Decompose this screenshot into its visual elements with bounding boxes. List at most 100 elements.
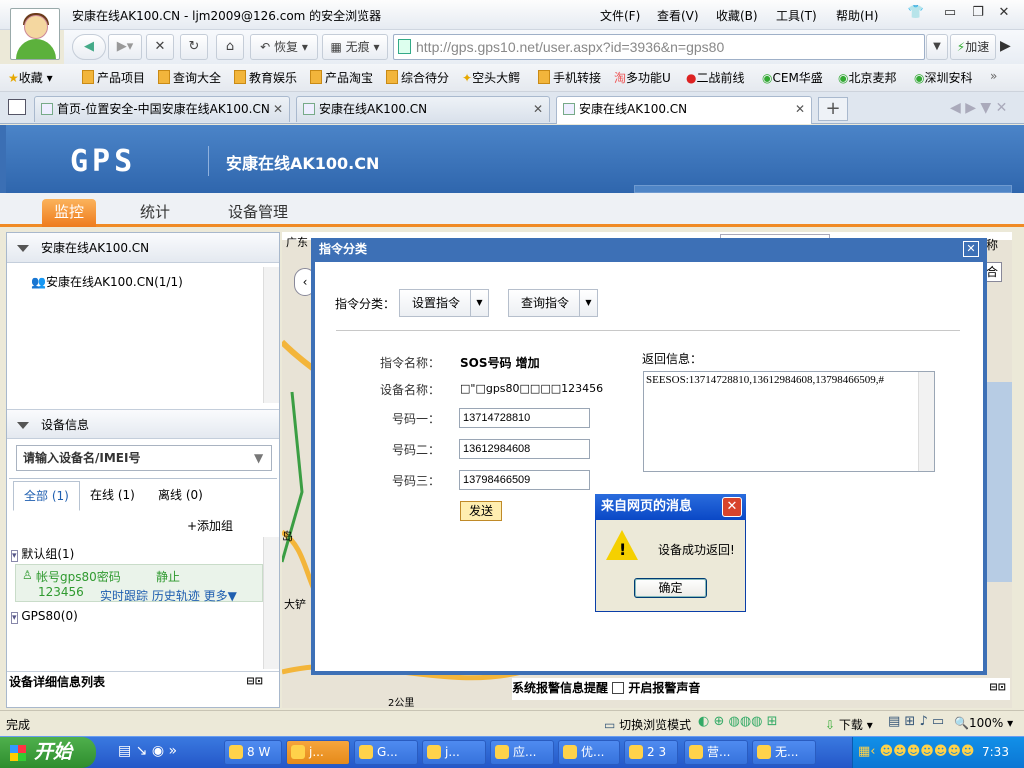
url-text[interactable]: http://gps.gps10.net/user.aspx?id=3936&n… — [416, 39, 724, 55]
refresh-icon[interactable]: ↻ — [180, 34, 208, 60]
message-close-icon[interactable]: ✕ — [722, 497, 742, 517]
tab-ak100[interactable]: 安康在线AK100.CN ✕ — [296, 96, 550, 122]
fav-item[interactable]: ✦空头大鳄 — [462, 69, 520, 86]
fav-item[interactable]: 产品淘宝 — [310, 69, 373, 86]
more-favorites-icon[interactable]: » — [990, 69, 997, 83]
zoom-control[interactable]: 🔍100% ▾ — [954, 716, 1013, 730]
fav-item[interactable]: 查询大全 — [158, 69, 221, 86]
taskbar-item-7[interactable]: 2 3 — [624, 740, 678, 765]
filter-online[interactable]: 在线 (1) — [80, 481, 145, 511]
detail-list-label: 设备详细信息列表 — [9, 675, 106, 689]
send-button[interactable]: 发送 — [460, 501, 502, 521]
device-links[interactable]: 实时跟踪 历史轨迹 更多▼ — [100, 587, 237, 604]
skin-icon[interactable]: 👕 — [906, 4, 926, 22]
tab-home[interactable]: 首页-位置安全-中国安康在线AK100.CN ✕ — [34, 96, 290, 122]
status-tool-icons[interactable]: ◐ ⊕ ◍◍◍ ⊞ — [698, 714, 778, 729]
restore-button[interactable]: ↶ 恢复 ▾ — [250, 34, 318, 60]
fav-item[interactable]: 产品项目 — [82, 69, 145, 86]
fav-item[interactable]: 综合待分 — [386, 69, 449, 86]
taskbar-item-2[interactable]: j... — [286, 740, 350, 765]
taskbar-item-5[interactable]: 应... — [490, 740, 554, 765]
device-search-input[interactable]: 请输入设备名/IMEI号 — [16, 445, 272, 471]
alarm-sound-checkbox[interactable] — [612, 682, 625, 694]
menu-tools[interactable]: 工具(T) — [776, 7, 817, 24]
tab-nav-icons[interactable]: ◀ ▶ ▼ ✕ — [950, 100, 1007, 116]
tray-icons[interactable]: ▦‹ ☻☻☻☻☻☻☻ — [858, 744, 974, 759]
filter-all[interactable]: 全部 (1) — [13, 481, 80, 511]
alarm-minmax-icon[interactable]: ⊟⊡ — [989, 678, 1006, 698]
incognito-button[interactable]: ▦ 无痕 ▾ — [322, 34, 388, 60]
panel-minmax-icon[interactable]: ⊟⊡ — [246, 672, 263, 692]
forward-icon[interactable]: ▶▾ — [108, 34, 142, 60]
start-button[interactable]: 开始 — [0, 737, 96, 768]
fav-item[interactable]: ◉北京麦邦 — [838, 69, 897, 86]
go-arrow-icon[interactable]: ▶ — [1000, 38, 1011, 54]
taskbar-item-6[interactable]: 优... — [558, 740, 620, 765]
status-misc-icons[interactable]: ▤ ⊞ ♪ ▭ — [888, 714, 944, 729]
close-window-icon[interactable]: ✕ — [994, 4, 1014, 22]
device-card[interactable]: ♙ 帐号gps80密码 静止 123456 实时跟踪 历史轨迹 更多▼ — [15, 564, 263, 604]
tree-item[interactable]: 👥安康在线AK100.CN(1/1) — [31, 273, 183, 290]
fav-item[interactable]: ◉深圳安科 — [914, 69, 973, 86]
search-dropdown-icon[interactable]: ▼ — [254, 451, 263, 465]
group-gps80[interactable]: ▾ GPS80(0) — [11, 609, 78, 624]
taskbar-item-3[interactable]: G... — [354, 740, 418, 765]
phone-icon — [538, 70, 550, 84]
nav-statistics[interactable]: 统计 — [128, 199, 182, 227]
page-icon — [303, 103, 315, 115]
number2-input[interactable]: 13612984608 — [459, 439, 590, 459]
speed-button[interactable]: ⚡加速 — [950, 34, 996, 60]
tree-scrollbar[interactable] — [263, 267, 279, 403]
download-label: 下载 — [838, 718, 863, 732]
home-icon[interactable]: ⌂ — [216, 34, 244, 60]
restore-window-icon[interactable]: ❐ — [968, 4, 988, 22]
group-default[interactable]: ▾ 默认组(1) — [11, 545, 74, 562]
device-info-header[interactable]: 设备信息 — [7, 409, 279, 439]
add-group-link[interactable]: +添加组 — [187, 517, 233, 534]
number1-input[interactable]: 13714728810 — [459, 408, 590, 428]
stop-icon[interactable]: ✕ — [146, 34, 174, 60]
url-dropdown-icon[interactable]: ▼ — [926, 34, 948, 60]
close-tab-icon[interactable]: ✕ — [795, 97, 805, 121]
device-detail-list[interactable]: 设备详细信息列表 ⊟⊡ — [7, 671, 279, 691]
favorites-menu[interactable]: ★收藏 ▾ — [8, 69, 53, 86]
tab-ak100-active[interactable]: 安康在线AK100.CN ✕ — [556, 96, 812, 124]
menu-favorites[interactable]: 收藏(B) — [716, 7, 758, 24]
device-scrollbar[interactable] — [263, 537, 279, 669]
number3-input[interactable]: 13798466509 — [459, 470, 590, 490]
download-button[interactable]: ⇩ 下载 ▾ — [825, 716, 873, 733]
close-tab-icon[interactable]: ✕ — [273, 97, 283, 121]
set-command-select[interactable]: 设置指令 ▼ — [399, 289, 489, 317]
menu-view[interactable]: 查看(V) — [657, 7, 699, 24]
back-icon[interactable]: ◀ — [72, 34, 106, 60]
dialog-close-icon[interactable]: ✕ — [963, 241, 979, 257]
fav-item[interactable]: 淘多功能U — [614, 69, 671, 86]
menu-file[interactable]: 文件(F) — [600, 7, 640, 24]
nav-monitor[interactable]: 监控 — [42, 199, 97, 227]
tree-header[interactable]: 安康在线AK100.CN — [7, 233, 279, 263]
ok-button[interactable]: 确定 — [634, 578, 707, 598]
quick-launch-icons[interactable]: ▤ ↘ ◉ » — [118, 743, 177, 759]
fav-item[interactable]: ●二战前线 — [686, 69, 745, 86]
minimize-small-icon[interactable]: ▭ — [940, 4, 960, 22]
switch-mode-button[interactable]: ▭ 切换浏览模式 — [604, 716, 691, 733]
taskbar-item-8[interactable]: 营... — [684, 740, 748, 765]
menu-help[interactable]: 帮助(H) — [836, 7, 878, 24]
fav-item[interactable]: 手机转接 — [538, 69, 601, 86]
address-bar[interactable]: http://gps.gps10.net/user.aspx?id=3936&n… — [393, 34, 925, 60]
close-tab-icon[interactable]: ✕ — [533, 97, 543, 121]
taskbar-item-1[interactable]: 8 W — [224, 740, 282, 765]
tab-list-icon[interactable] — [8, 99, 26, 115]
return-info-textarea[interactable]: SEESOS:13714728810,13612984608,137984665… — [643, 371, 935, 472]
query-command-select[interactable]: 查询指令 ▼ — [508, 289, 598, 317]
nav-device-management[interactable]: 设备管理 — [216, 199, 300, 227]
filter-offline[interactable]: 离线 (0) — [148, 481, 213, 511]
taskbar-item-4[interactable]: j... — [422, 740, 486, 765]
taskbar-item-9[interactable]: 无... — [752, 740, 816, 765]
fav-item[interactable]: ◉CEM华盛 — [762, 69, 823, 86]
return-info-scrollbar[interactable] — [918, 372, 934, 471]
taskbar-label: j... — [309, 745, 324, 759]
user-avatar[interactable] — [10, 8, 60, 60]
new-tab-icon[interactable]: + — [818, 97, 848, 121]
fav-item[interactable]: 教育娱乐 — [234, 69, 297, 86]
